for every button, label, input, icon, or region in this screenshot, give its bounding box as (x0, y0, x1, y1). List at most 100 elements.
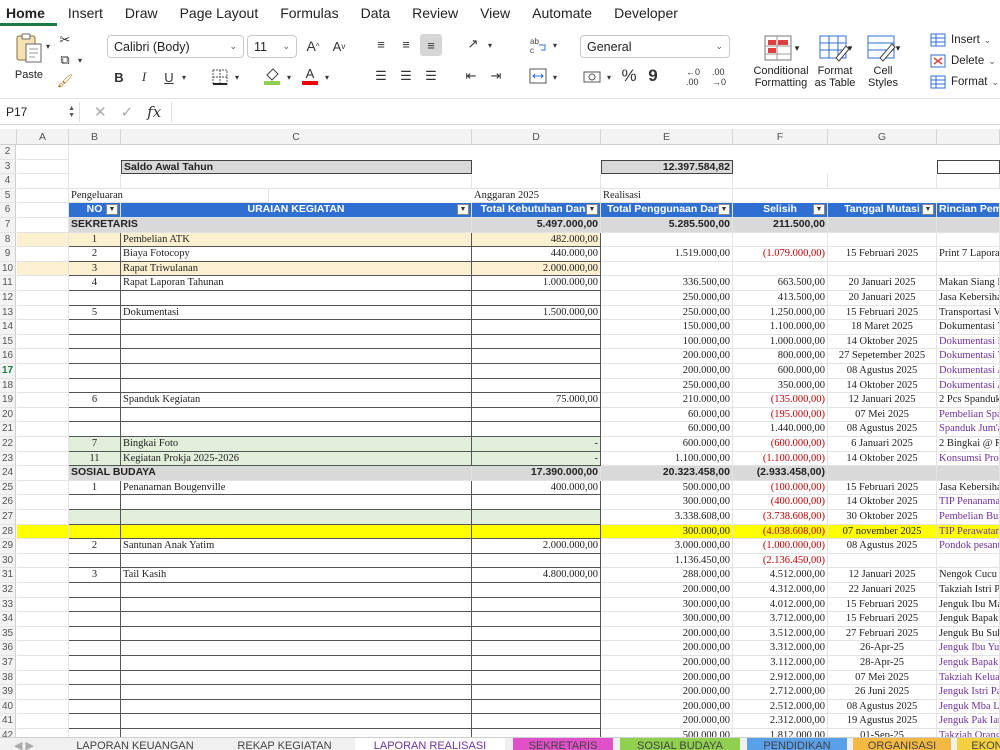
column-header-a[interactable]: A (17, 129, 69, 145)
cell[interactable] (937, 466, 1000, 481)
column-header-d[interactable]: D (472, 129, 601, 145)
kebutuhan-cell[interactable]: 4.800.000,00 (472, 568, 601, 583)
spreadsheet-grid[interactable]: A B C D E F G 2 3 Saldo Awal Tahun 12.397.5… (0, 129, 1000, 737)
kebutuhan-cell[interactable] (472, 670, 601, 686)
rincian-cell[interactable]: TIP Penanaman (937, 495, 1000, 510)
kebutuhan-cell[interactable]: 440.000,00 (472, 247, 601, 262)
cut-icon[interactable]: ✂ (57, 31, 73, 49)
orientation-chevron-icon[interactable]: ▾ (484, 37, 496, 53)
selisih-cell[interactable]: 1.000.000,00 (733, 334, 828, 350)
conditional-formatting-button[interactable]: ▾ Conditional Formatting (750, 31, 812, 89)
penggunaan-cell[interactable]: 200.000,00 (601, 626, 733, 642)
kebutuhan-cell[interactable]: - (472, 437, 601, 452)
cell[interactable] (17, 188, 69, 204)
kebutuhan-cell[interactable] (472, 553, 601, 569)
cell[interactable] (17, 641, 69, 656)
rincian-cell[interactable]: Jenguk Pak Ian (937, 714, 1000, 729)
align-left-icon[interactable]: ☰ (372, 67, 390, 85)
row-header[interactable]: 2 (0, 145, 16, 160)
rincian-cell[interactable]: Print 7 Laporan (937, 247, 1000, 262)
cell[interactable] (17, 261, 69, 277)
no-cell[interactable]: 3 (69, 568, 121, 583)
penggunaan-cell[interactable]: 300.000,00 (601, 524, 733, 540)
cell[interactable] (937, 159, 1000, 175)
cell[interactable] (17, 437, 69, 452)
selisih-cell[interactable]: 1.250.000,00 (733, 305, 828, 321)
no-cell[interactable]: 7 (69, 437, 121, 452)
section-total-used[interactable]: 5.285.500,00 (601, 218, 733, 233)
increase-font-icon[interactable]: A ^ (302, 36, 324, 56)
merge-chevron-icon[interactable]: ▾ (549, 69, 561, 85)
cell[interactable] (17, 714, 69, 729)
tanggal-cell[interactable]: 28-Apr-25 (828, 656, 937, 671)
selisih-cell[interactable]: 3.512.000,00 (733, 626, 828, 642)
no-cell[interactable] (69, 349, 121, 364)
no-cell[interactable] (69, 334, 121, 350)
penggunaan-cell[interactable]: 250.000,00 (601, 291, 733, 306)
font-color-chevron-icon[interactable]: ▾ (321, 69, 333, 85)
uraian-cell[interactable] (121, 714, 472, 729)
uraian-cell[interactable] (121, 583, 472, 598)
tab-pendidikan[interactable]: PENDIDIKAN (747, 738, 847, 750)
penggunaan-cell[interactable]: 200.000,00 (601, 349, 733, 364)
uraian-cell[interactable] (121, 612, 472, 627)
selisih-cell[interactable]: (600.000,00) (733, 437, 828, 452)
rincian-cell[interactable]: Spanduk Jum'at (937, 422, 1000, 437)
no-cell[interactable] (69, 670, 121, 686)
selisih-cell[interactable]: 1.100.000,00 (733, 320, 828, 335)
uraian-cell[interactable]: Rapat Triwulanan (121, 261, 472, 277)
no-cell[interactable]: 3 (69, 261, 121, 277)
align-right-icon[interactable]: ☰ (422, 67, 440, 85)
row-header[interactable]: 6 (0, 203, 16, 218)
no-cell[interactable] (69, 378, 121, 394)
column-header-f[interactable]: F (733, 129, 828, 145)
cell[interactable] (17, 218, 69, 233)
cell[interactable] (17, 670, 69, 686)
rincian-cell[interactable] (937, 553, 1000, 569)
selisih-cell[interactable]: 2.512.000,00 (733, 699, 828, 715)
selisih-cell[interactable]: 663.500,00 (733, 276, 828, 291)
cell[interactable] (17, 495, 69, 510)
decrease-decimal-icon[interactable]: .00 →0 (708, 67, 730, 87)
uraian-cell[interactable]: Bingkai Foto (121, 437, 472, 452)
menu-view[interactable]: View (469, 5, 521, 26)
select-all-corner[interactable] (0, 129, 17, 145)
cell[interactable] (17, 174, 69, 189)
no-cell[interactable] (69, 685, 121, 700)
penggunaan-cell[interactable]: 1.519.000,00 (601, 247, 733, 262)
table-header-cell[interactable]: Total Penggunaan Dana ▼ (601, 203, 733, 218)
uraian-cell[interactable] (121, 320, 472, 335)
penggunaan-cell[interactable]: 288.000,00 (601, 568, 733, 583)
penggunaan-cell[interactable] (601, 261, 733, 277)
cell[interactable] (17, 524, 69, 540)
selisih-cell[interactable]: 4.312.000,00 (733, 583, 828, 598)
penggunaan-cell[interactable]: 1.136.450,00 (601, 553, 733, 569)
no-cell[interactable] (69, 597, 121, 613)
selisih-cell[interactable]: 4.512.000,00 (733, 568, 828, 583)
rincian-cell[interactable]: Jasa Kebersihan (937, 480, 1000, 496)
uraian-cell[interactable]: Tail Kasih (121, 568, 472, 583)
uraian-cell[interactable] (121, 729, 472, 737)
tanggal-cell[interactable]: 07 Mei 2025 (828, 670, 937, 686)
selisih-cell[interactable]: (195.000,00) (733, 407, 828, 423)
cell[interactable] (828, 174, 937, 189)
italic-button[interactable]: I (136, 67, 152, 87)
decrease-indent-icon[interactable]: ⇤ (462, 67, 480, 85)
uraian-cell[interactable]: Rapat Laporan Tahunan (121, 276, 472, 291)
tanggal-cell[interactable]: 08 Agustus 2025 (828, 422, 937, 437)
selisih-cell[interactable]: 413.500,00 (733, 291, 828, 306)
wrap-text-icon[interactable]: ab c (527, 35, 549, 55)
row-header[interactable]: 28 (0, 524, 16, 540)
kebutuhan-cell[interactable]: 400.000,00 (472, 480, 601, 496)
rincian-cell[interactable]: Dokumentasi A (937, 378, 1000, 394)
kebutuhan-cell[interactable] (472, 729, 601, 737)
row-header[interactable]: 3 (0, 159, 16, 175)
penggunaan-cell[interactable]: 210.000,00 (601, 393, 733, 408)
penggunaan-cell[interactable] (601, 232, 733, 248)
menu-formulas[interactable]: Formulas (269, 5, 349, 26)
cell[interactable] (17, 553, 69, 569)
kebutuhan-cell[interactable] (472, 699, 601, 715)
rincian-cell[interactable]: TIP Perawatan (937, 524, 1000, 540)
rincian-cell[interactable]: Pembelian Span (937, 407, 1000, 423)
selisih-cell[interactable]: (100.000,00) (733, 480, 828, 496)
